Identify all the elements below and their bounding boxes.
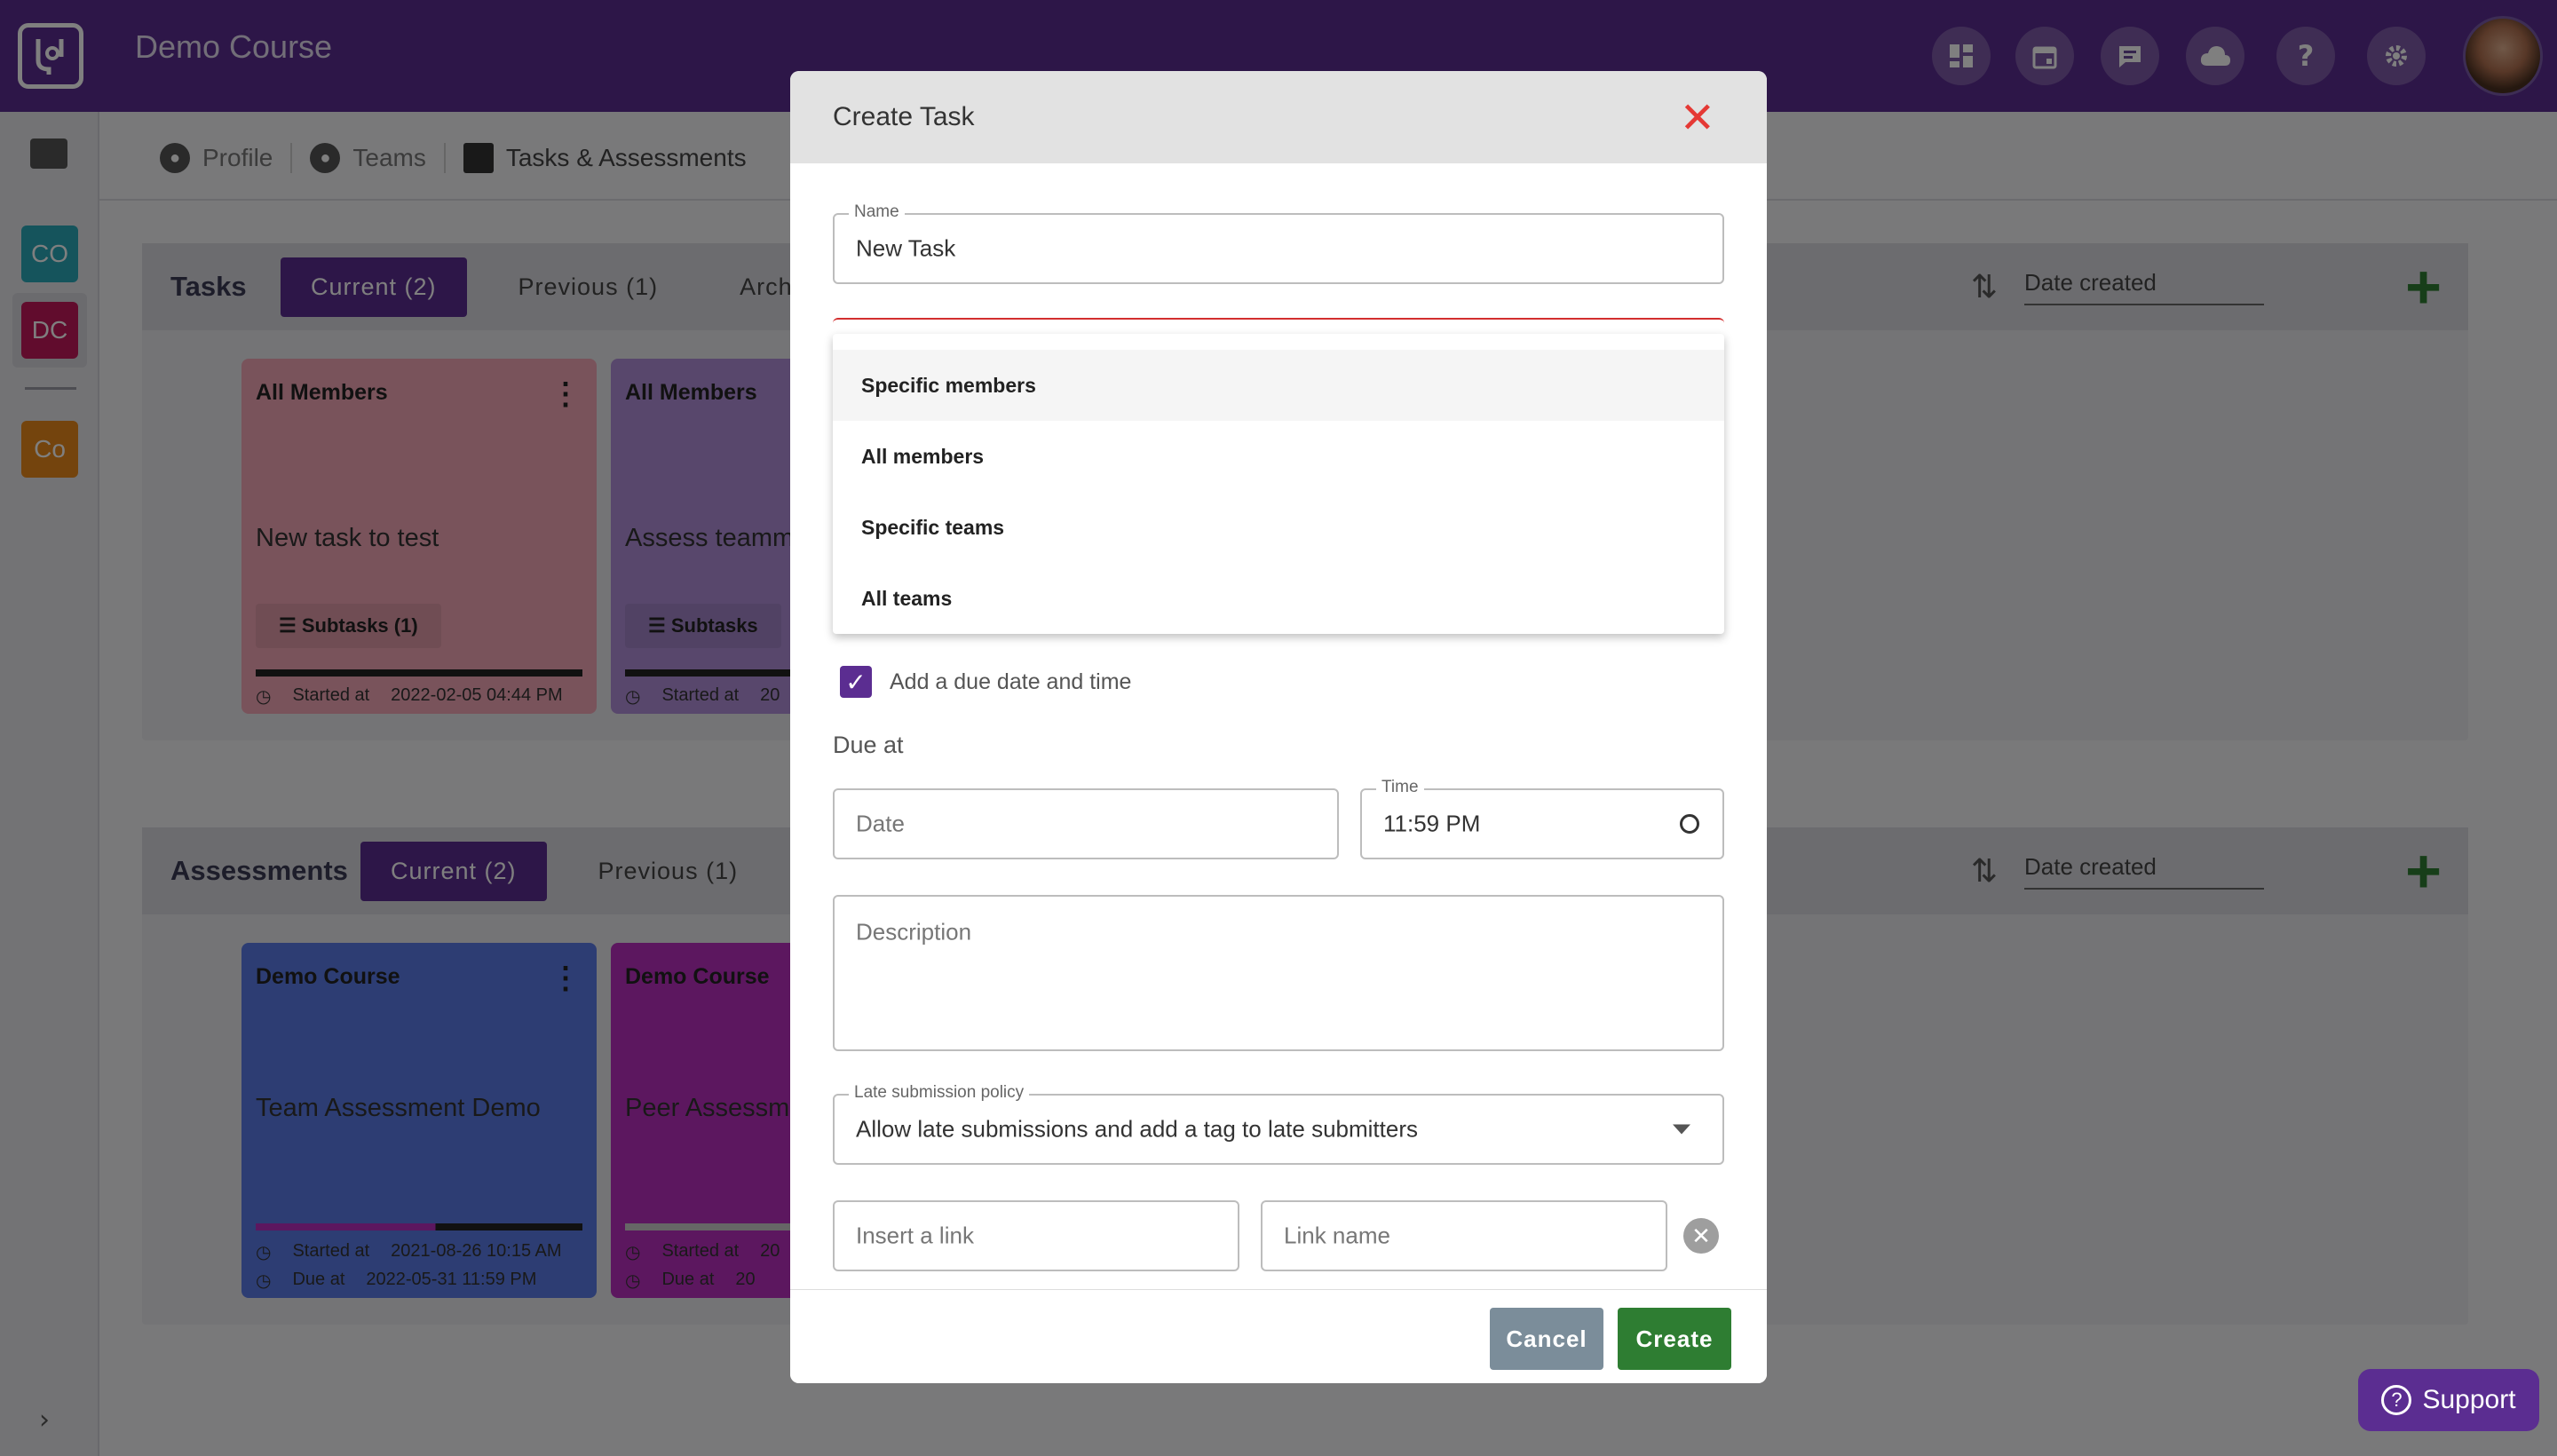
link-input[interactable]: Insert a link: [833, 1200, 1239, 1271]
time-input[interactable]: Time 11:59 PM: [1360, 778, 1724, 859]
help-circle-icon: ?: [2381, 1385, 2412, 1415]
due-at-label: Due at: [833, 732, 904, 758]
chevron-down-icon: [1673, 1124, 1690, 1135]
create-button[interactable]: Create: [1618, 1308, 1731, 1370]
option-all-members[interactable]: All members: [833, 421, 1724, 492]
due-date-checkbox[interactable]: ✓: [840, 666, 872, 698]
support-button[interactable]: ? Support: [2358, 1369, 2539, 1431]
cancel-button[interactable]: Cancel: [1490, 1308, 1603, 1370]
option-specific-members[interactable]: Specific members: [833, 350, 1724, 421]
link-name-input[interactable]: Link name: [1261, 1200, 1667, 1271]
due-date-checkbox-label: Add a due date and time: [890, 669, 1132, 694]
close-icon[interactable]: ✕: [1680, 98, 1715, 140]
late-policy-select[interactable]: Late submission policy Allow late submis…: [833, 1083, 1724, 1165]
name-field[interactable]: Name New Task: [833, 202, 1724, 284]
assign-dropdown-menu: Specific members All members Specific te…: [833, 334, 1724, 634]
assign-select-edge: [833, 318, 1724, 334]
description-textarea[interactable]: Description: [833, 895, 1724, 1051]
date-input[interactable]: Date: [833, 788, 1339, 859]
option-specific-teams[interactable]: Specific teams: [833, 492, 1724, 563]
create-task-dialog: Create Task ✕ Name New Task Specific mem…: [790, 71, 1767, 1383]
dialog-footer: Cancel Create: [790, 1289, 1767, 1383]
dialog-title: Create Task: [833, 102, 975, 131]
clock-icon[interactable]: [1680, 814, 1699, 834]
remove-link-icon[interactable]: ✕: [1683, 1218, 1719, 1254]
dialog-header: Create Task: [790, 71, 1767, 163]
option-all-teams[interactable]: All teams: [833, 563, 1724, 634]
